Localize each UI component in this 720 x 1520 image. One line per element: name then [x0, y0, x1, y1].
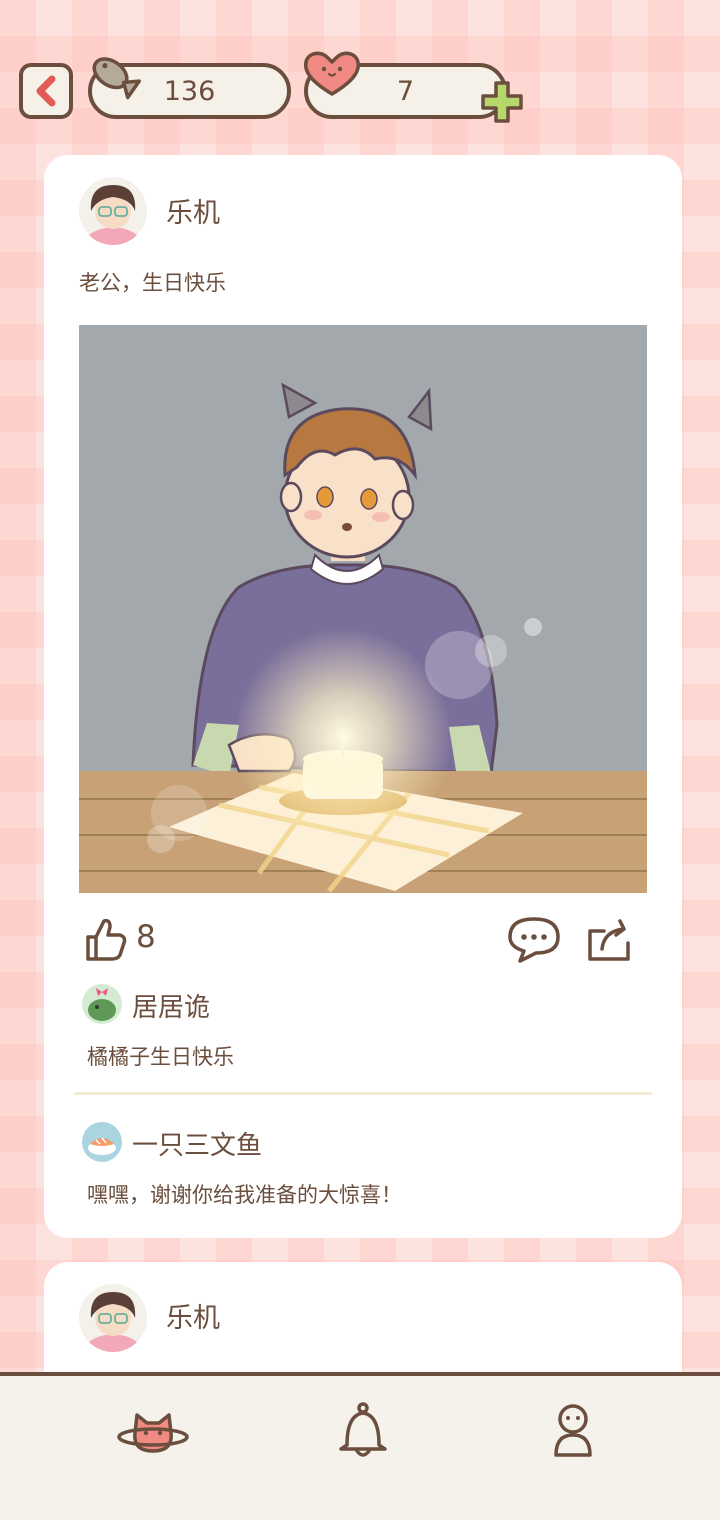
author-avatar[interactable]: [79, 177, 147, 245]
nav-notifications[interactable]: [318, 1396, 408, 1466]
post-card: 乐机 老公，生日快乐 8 居居诡 橘橘子生日快乐 一只三文鱼 嘿嘿，谢谢你给我准…: [44, 155, 682, 1238]
commenter-name[interactable]: 一只三文鱼: [132, 1125, 262, 1162]
author-avatar[interactable]: [79, 1284, 147, 1352]
profile-icon: [554, 1404, 592, 1457]
bottom-navigation: [0, 1372, 720, 1520]
commenter-avatar[interactable]: [82, 984, 122, 1024]
post-image[interactable]: [79, 325, 647, 893]
comment-text: 嘿嘿，谢谢你给我准备的大惊喜！: [87, 1183, 402, 1207]
share-icon[interactable]: [584, 917, 634, 963]
fish-icon: [92, 57, 141, 100]
back-button[interactable]: [19, 63, 73, 119]
author-name[interactable]: 乐机: [166, 1296, 220, 1335]
like-count: 8: [136, 919, 156, 955]
heart-icon: [303, 51, 361, 96]
author-name[interactable]: 乐机: [166, 191, 220, 230]
comment-icon[interactable]: [506, 915, 562, 963]
nav-home[interactable]: [108, 1396, 198, 1466]
comment-text: 橘橘子生日快乐: [87, 1045, 234, 1069]
planet-cat-icon: [117, 1413, 189, 1453]
nav-profile[interactable]: [528, 1396, 618, 1466]
comment-divider: [74, 1092, 652, 1095]
commenter-name[interactable]: 居居诡: [132, 987, 210, 1024]
commenter-avatar[interactable]: [82, 1122, 122, 1162]
add-icon[interactable]: [479, 79, 525, 125]
like-icon[interactable]: [82, 915, 128, 963]
bell-icon: [339, 1402, 387, 1457]
chevron-left-icon: [36, 75, 56, 107]
fish-count: 136: [163, 75, 216, 107]
post-caption: 老公，生日快乐: [79, 271, 226, 295]
heart-count: 7: [396, 75, 415, 107]
